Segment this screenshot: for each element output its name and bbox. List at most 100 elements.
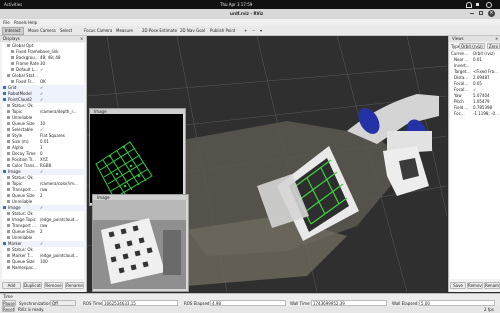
- volume-icon[interactable]: [476, 3, 479, 6]
- tool-add-icon[interactable]: +: [244, 28, 247, 33]
- display-row-label: Queue Size: [12, 229, 35, 234]
- view-property-value[interactable]: Orbit (rviz): [473, 51, 500, 56]
- add-display-button[interactable]: Add: [2, 282, 21, 289]
- display-row-label: Backgrou...: [16, 55, 39, 60]
- image-panel-2[interactable]: Image: [92, 194, 189, 292]
- view-property-value[interactable]: <Fixed Fra...: [473, 69, 500, 74]
- display-row-value[interactable]: 0: [40, 151, 84, 156]
- view-remove-button[interactable]: Remove: [467, 282, 483, 289]
- display-row-label: Marker: [8, 241, 22, 246]
- menu-help[interactable]: Help: [28, 20, 37, 25]
- display-row-value[interactable]: 2: [40, 193, 84, 198]
- power-icon[interactable]: [486, 2, 492, 8]
- display-row-value[interactable]: ✓: [40, 169, 84, 174]
- activities-button[interactable]: Activities: [4, 2, 22, 7]
- tool-select[interactable]: Select: [60, 28, 72, 33]
- remove-display-button[interactable]: Remove: [44, 282, 63, 289]
- display-row-value[interactable]: base_link: [40, 49, 84, 54]
- property-icon: [11, 80, 14, 83]
- minimize-icon[interactable]: [470, 13, 474, 14]
- image-panel-1[interactable]: Image: [89, 108, 186, 206]
- view-save-button[interactable]: Save: [450, 282, 466, 289]
- property-icon: [11, 50, 14, 53]
- network-icon[interactable]: [466, 2, 472, 8]
- views-close-icon[interactable]: ×: [495, 36, 498, 41]
- view-property-value[interactable]: 0.01: [473, 57, 500, 62]
- maximize-icon[interactable]: [479, 11, 483, 15]
- view-property-value[interactable]: 2.09487: [473, 75, 500, 80]
- display-row-label: Marker T...: [12, 253, 33, 258]
- display-row-label: Unreliable: [12, 235, 33, 240]
- close-icon[interactable]: ×: [488, 10, 495, 17]
- display-row-value[interactable]: ✓: [40, 205, 84, 210]
- display-row-value[interactable]: 30: [40, 61, 84, 66]
- menu-file[interactable]: File: [3, 20, 10, 25]
- display-row-value[interactable]: /camera/color/im...: [40, 181, 84, 186]
- tool-view-icon[interactable]: ▾: [260, 28, 262, 33]
- view-type-select[interactable]: Orbit (rviz): [459, 43, 485, 49]
- system-top-bar: Activities Thu Apr 3 17:59: [0, 0, 500, 9]
- tool-bar: Interact Move Camera Select Focus Camera…: [0, 26, 500, 36]
- view-property-value[interactable]: -1.1198; -0...: [473, 111, 500, 116]
- display-row-value[interactable]: /edge_pointcloud...: [40, 217, 84, 222]
- displays-close-icon[interactable]: ×: [80, 36, 83, 41]
- display-row-value[interactable]: ✓: [40, 67, 84, 72]
- rename-display-button[interactable]: Rename: [65, 282, 84, 289]
- tool-remove-icon[interactable]: −: [252, 28, 255, 33]
- display-row-value[interactable]: 10: [40, 121, 84, 126]
- display-row-value[interactable]: RGB8: [40, 163, 84, 168]
- remove-label: Remove: [45, 283, 62, 288]
- display-row-value[interactable]: ✓: [40, 127, 84, 132]
- clock[interactable]: Thu Apr 3 17:59: [220, 2, 252, 7]
- tool-publish-point[interactable]: Publish Point: [210, 28, 235, 33]
- display-row-value[interactable]: 1: [40, 145, 84, 150]
- display-row-value[interactable]: 0.01: [40, 139, 84, 144]
- tool-2d-nav-goal[interactable]: 2D Nav Goal: [180, 28, 205, 33]
- display-row-label: RobotModel: [8, 91, 32, 96]
- tool-interact[interactable]: Interact: [2, 27, 24, 35]
- view-property-value[interactable]: 5.07404: [473, 93, 500, 98]
- display-row-value[interactable]: XYZ: [40, 157, 84, 162]
- duplicate-display-button[interactable]: Duplicate: [23, 282, 42, 289]
- view-zero-button[interactable]: Zero: [487, 43, 500, 49]
- display-row-label: Decay Time: [12, 151, 36, 156]
- display-row-value[interactable]: /camera/depth_r...: [40, 109, 84, 114]
- display-row-value[interactable]: raw: [40, 187, 84, 192]
- display-row[interactable]: Namespac...: [2, 265, 84, 271]
- property-icon: [7, 188, 10, 191]
- menu-panels[interactable]: Panels: [14, 20, 27, 25]
- tool-measure[interactable]: Measure: [116, 28, 133, 33]
- tool-2d-pose-estimate[interactable]: 2D Pose Estimate: [142, 28, 177, 33]
- display-row-label: Color Trans...: [12, 163, 39, 168]
- display-row-label: Namespac...: [12, 265, 37, 270]
- tool-move-camera[interactable]: Move Camera: [28, 28, 56, 33]
- display-row-value[interactable]: ✓: [40, 91, 84, 96]
- display-row-label: Position Tr...: [12, 157, 36, 162]
- view-property-value[interactable]: 1.05479: [473, 99, 500, 104]
- view-rename-button[interactable]: Rename: [484, 282, 500, 289]
- display-row-label: Queue Size: [12, 193, 35, 198]
- render-viewport[interactable]: Image Image: [87, 36, 447, 292]
- reset-button[interactable]: Reset: [2, 306, 15, 312]
- view-property-value[interactable]: ✓: [473, 87, 500, 92]
- display-row-label: Queue Size: [12, 121, 35, 126]
- display-type-icon: [3, 242, 6, 245]
- display-row-value[interactable]: raw: [40, 223, 84, 228]
- display-row-label: Status: Ok: [12, 103, 33, 108]
- display-row-value[interactable]: Flat Squares: [40, 133, 84, 138]
- display-row-value[interactable]: 100: [40, 259, 84, 264]
- view-property-label: Foc...: [454, 111, 465, 116]
- display-row-value[interactable]: 2: [40, 229, 84, 234]
- display-row-value[interactable]: ✓: [40, 85, 84, 90]
- view-property-label: Field ...: [454, 105, 469, 110]
- property-icon: [7, 224, 10, 227]
- tool-focus-camera[interactable]: Focus Camera: [84, 28, 112, 33]
- view-property-value[interactable]: 0.05: [473, 81, 500, 86]
- display-row-value[interactable]: /edge_pointcloud...: [40, 253, 84, 258]
- view-property-value[interactable]: 0.785398: [473, 105, 500, 110]
- display-row-value[interactable]: 48; 48; 48: [40, 55, 84, 60]
- view-property-row[interactable]: Foc... -1.1198; -0...: [450, 111, 500, 117]
- display-row-value[interactable]: ✓: [40, 241, 84, 246]
- display-row-value[interactable]: ✓: [40, 97, 84, 102]
- display-row-value[interactable]: OK: [40, 79, 84, 84]
